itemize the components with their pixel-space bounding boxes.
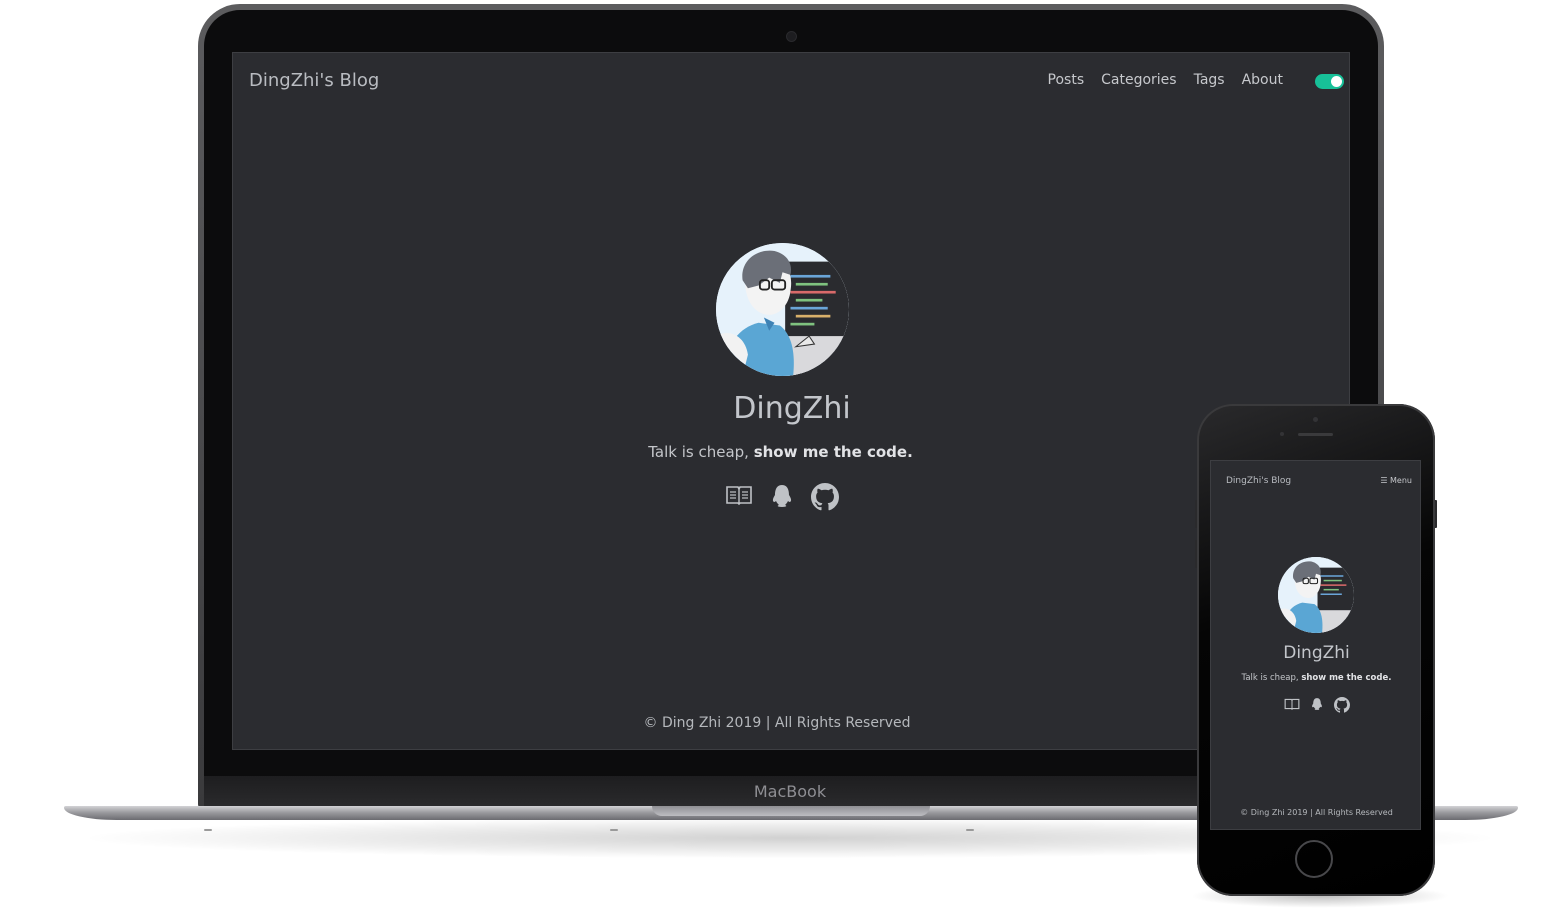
nav-tags[interactable]: Tags — [1194, 72, 1225, 88]
mobile-avatar — [1278, 557, 1354, 633]
book-icon[interactable] — [725, 483, 753, 511]
nav-categories[interactable]: Categories — [1101, 72, 1176, 88]
author-motto: Talk is cheap, show me the code. — [233, 443, 1328, 461]
phone-home-button[interactable] — [1295, 840, 1333, 878]
nav-posts[interactable]: Posts — [1048, 72, 1085, 88]
laptop-camera — [786, 31, 797, 42]
main-nav: Posts Categories Tags About — [1048, 72, 1283, 88]
toggle-knob — [1331, 76, 1342, 87]
qq-penguin-icon[interactable] — [1310, 697, 1324, 713]
github-icon[interactable] — [811, 483, 839, 511]
mobile-menu-button[interactable]: ☰ Menu — [1380, 476, 1412, 485]
mobile-site-title[interactable]: DingZhi's Blog — [1226, 476, 1291, 486]
nav-about[interactable]: About — [1242, 72, 1283, 88]
laptop-brand-label: MacBook — [753, 782, 827, 801]
phone-sensor — [1280, 432, 1284, 436]
phone-camera — [1313, 417, 1318, 422]
desktop-screen: DingZhi's Blog Posts Categories Tags Abo… — [232, 52, 1350, 750]
site-footer: © Ding Zhi 2019 | All Rights Reserved — [643, 715, 911, 731]
motto-text: Talk is cheap, — [648, 443, 754, 461]
book-icon[interactable] — [1284, 697, 1300, 713]
motto-text: Talk is cheap, — [1241, 673, 1302, 683]
mobile-social-links — [1211, 697, 1420, 713]
mobile-site-footer: © Ding Zhi 2019 | All Rights Reserved — [1240, 808, 1393, 817]
theme-toggle[interactable] — [1315, 74, 1344, 89]
laptop-foot — [610, 829, 618, 831]
mobile-author-name: DingZhi — [1283, 643, 1350, 663]
avatar-illustration — [1278, 557, 1354, 633]
avatar — [716, 243, 849, 376]
laptop-foot — [966, 829, 974, 831]
laptop-foot — [204, 829, 212, 831]
avatar-illustration — [716, 243, 849, 376]
qq-penguin-icon[interactable] — [769, 483, 795, 511]
phone-speaker — [1298, 433, 1333, 436]
author-name: DingZhi — [733, 391, 851, 426]
github-icon[interactable] — [1333, 697, 1350, 713]
social-links — [233, 483, 1331, 511]
mobile-screen: DingZhi's Blog ☰ Menu DingZhi Talk is ch… — [1210, 460, 1421, 830]
mobile-author-motto: Talk is cheap, show me the code. — [1211, 673, 1420, 683]
motto-emphasis: show me the code. — [1301, 673, 1392, 683]
motto-emphasis: show me the code. — [753, 443, 913, 461]
laptop-notch — [652, 806, 930, 816]
site-title[interactable]: DingZhi's Blog — [249, 70, 379, 91]
